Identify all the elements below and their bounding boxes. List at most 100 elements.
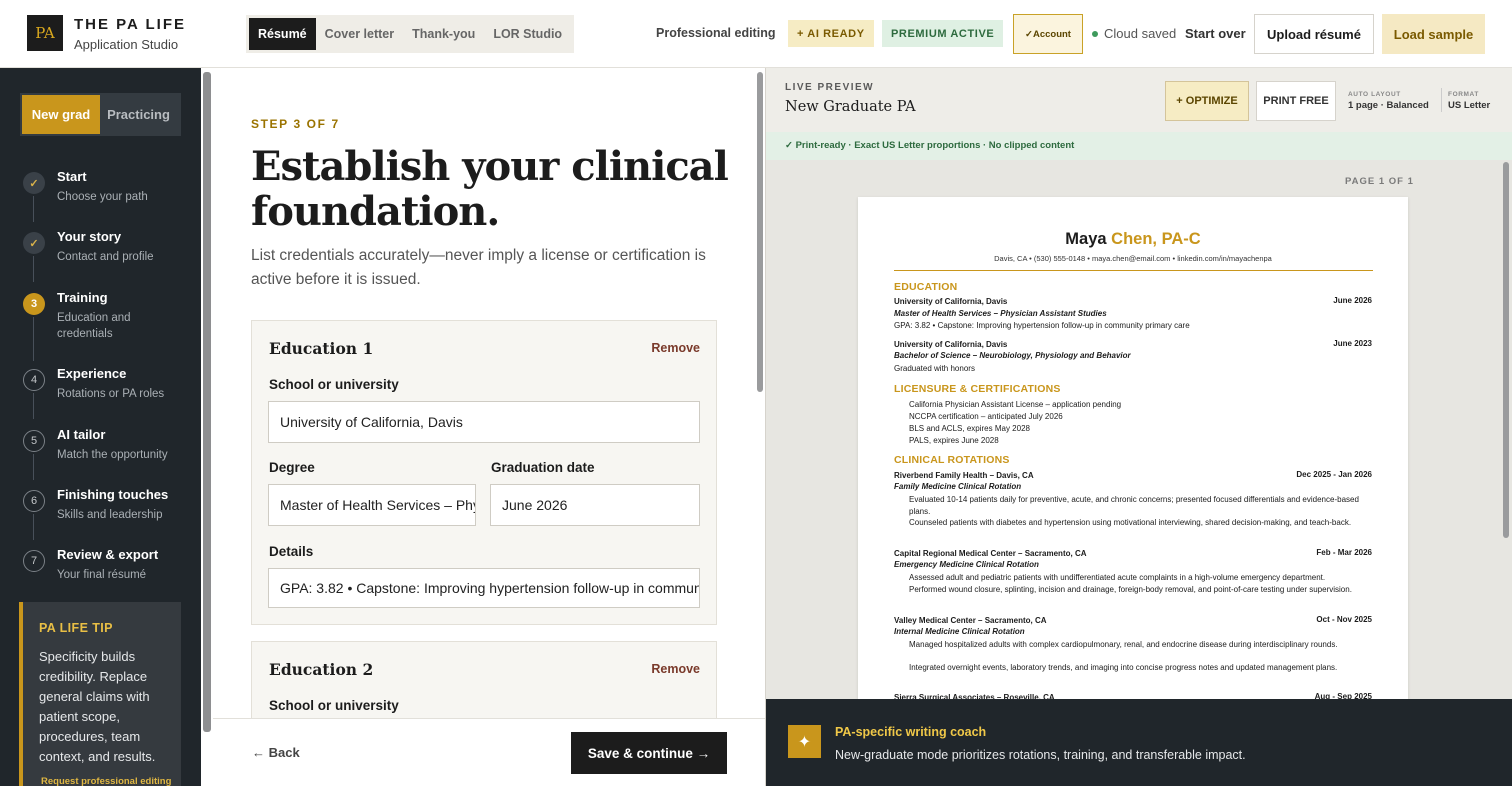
step-title: Start bbox=[57, 169, 87, 184]
graduation-date-label: Graduation date bbox=[491, 460, 595, 475]
tab-lor-studio[interactable]: LOR Studio bbox=[484, 18, 571, 50]
print-free-button[interactable]: PRINT FREE bbox=[1256, 81, 1336, 121]
resume-school: University of California, Davis bbox=[894, 297, 1008, 306]
resume-section-heading: EDUCATION bbox=[894, 281, 958, 293]
resume-rotation-title: Emergency Medicine Clinical Rotation bbox=[894, 560, 1039, 569]
remove-education-button[interactable]: Remove bbox=[651, 662, 700, 676]
step-label: STEP 3 OF 7 bbox=[251, 117, 340, 131]
pa-life-tip: PA LIFE TIP Specificity builds credibili… bbox=[19, 602, 181, 786]
preview-header: LIVE PREVIEW New Graduate PA + OPTIMIZE … bbox=[766, 68, 1512, 132]
resume-date: Dec 2025 - Jan 2026 bbox=[1296, 470, 1372, 479]
resume-credential: California Physician Assistant License –… bbox=[909, 400, 1122, 409]
resume-rotation-site: Valley Medical Center – Sacramento, CA bbox=[894, 616, 1047, 625]
step-number: 3 bbox=[23, 293, 45, 315]
step-title: Training bbox=[57, 290, 108, 305]
coach-title: PA-specific writing coach bbox=[835, 725, 987, 739]
resume-contact: Davis, CA • (530) 555-0148 • maya.chen@e… bbox=[994, 254, 1272, 263]
education-heading: Education 1 bbox=[269, 339, 374, 358]
step-connector bbox=[33, 196, 34, 222]
resume-school: University of California, Davis bbox=[894, 340, 1008, 349]
premium-badge: PREMIUM ACTIVE bbox=[882, 20, 1004, 47]
page-count: PAGE 1 OF 1 bbox=[1345, 176, 1414, 187]
tab-resume[interactable]: Résumé bbox=[249, 18, 316, 50]
path-toggle: New grad Practicing bbox=[20, 93, 181, 136]
request-editing-link[interactable]: Request professional editing bbox=[41, 776, 171, 786]
professional-editing-link[interactable]: Professional editing bbox=[656, 26, 775, 40]
step-subtitle: Your final résumé bbox=[57, 569, 147, 581]
resume-page: Maya Chen, PA-C Davis, CA • (530) 555-01… bbox=[858, 197, 1408, 700]
step-number: 4 bbox=[23, 369, 45, 391]
school-input[interactable]: University of California, Davis bbox=[268, 401, 700, 443]
education-card: Education 1 Remove School or university … bbox=[251, 320, 717, 625]
resume-date: Oct - Nov 2025 bbox=[1316, 615, 1372, 624]
resume-detail: GPA: 3.82 • Capstone: Improving hyperten… bbox=[894, 321, 1190, 330]
resume-divider bbox=[894, 270, 1373, 271]
degree-label: Degree bbox=[269, 460, 315, 475]
step-connector bbox=[33, 514, 34, 540]
step-subtitle: Match the opportunity bbox=[57, 449, 168, 461]
step-subtitle: Skills and leadership bbox=[57, 509, 163, 521]
remove-education-button[interactable]: Remove bbox=[651, 341, 700, 355]
format-meta: FORMAT US Letter bbox=[1448, 89, 1490, 111]
resume-bullet: Performed wound closure, splinting, inci… bbox=[909, 585, 1352, 594]
top-bar: PA THE PA LIFE Application Studio Résumé… bbox=[0, 0, 1512, 68]
back-button[interactable]: ← Back bbox=[252, 745, 300, 760]
step-connector bbox=[33, 454, 34, 480]
format-key: FORMAT bbox=[1448, 91, 1479, 98]
step-subtitle: Rotations or PA roles bbox=[57, 388, 165, 400]
resume-section-heading: CLINICAL ROTATIONS bbox=[894, 454, 1010, 466]
form-scrollbar-left[interactable] bbox=[203, 72, 211, 732]
step-number: 7 bbox=[23, 550, 45, 572]
school-label: School or university bbox=[269, 377, 399, 392]
tab-cover-letter[interactable]: Cover letter bbox=[316, 18, 403, 50]
upload-resume-button[interactable]: Upload résumé bbox=[1254, 14, 1374, 54]
account-button[interactable]: ✓Account bbox=[1013, 14, 1083, 54]
details-label: Details bbox=[269, 544, 314, 559]
step-title: Finishing touches bbox=[57, 487, 169, 502]
step-number: 6 bbox=[23, 490, 45, 512]
sparkle-icon: ✦ bbox=[788, 725, 821, 758]
step-title: Your story bbox=[57, 229, 122, 244]
step-subtitle: Education and credentials bbox=[57, 312, 131, 340]
step-connector bbox=[33, 256, 34, 282]
coach-text: New-graduate mode prioritizes rotations,… bbox=[835, 748, 1246, 762]
path-new-grad[interactable]: New grad bbox=[22, 95, 100, 134]
preview-title: New Graduate PA bbox=[785, 99, 916, 115]
status-dot-icon bbox=[1092, 30, 1098, 37]
optimize-button[interactable]: + OPTIMIZE bbox=[1165, 81, 1249, 121]
live-preview-panel: LIVE PREVIEW New Graduate PA + OPTIMIZE … bbox=[765, 68, 1512, 786]
resume-rotation-site: Capital Regional Medical Center – Sacram… bbox=[894, 549, 1087, 558]
resume-date: June 2026 bbox=[1333, 296, 1372, 305]
resume-first-name: Maya bbox=[1065, 230, 1107, 248]
form-scrollbar[interactable] bbox=[757, 72, 763, 392]
step-connector bbox=[33, 393, 34, 419]
degree-input[interactable]: Master of Health Services – Physician As… bbox=[268, 484, 476, 526]
form-panel: STEP 3 OF 7 Establish your clinical foun… bbox=[213, 68, 765, 718]
resume-credential: BLS and ACLS, expires May 2028 bbox=[909, 424, 1030, 433]
resume-detail: Graduated with honors bbox=[894, 364, 975, 373]
logo: PA bbox=[27, 15, 63, 51]
details-input[interactable]: GPA: 3.82 • Capstone: Improving hyperten… bbox=[268, 568, 700, 608]
auto-layout-meta: AUTO LAYOUT 1 page · Balanced bbox=[1348, 89, 1429, 111]
auto-layout-value: 1 page · Balanced bbox=[1348, 100, 1429, 111]
step-subtitle: Contact and profile bbox=[57, 251, 154, 263]
step-number: 5 bbox=[23, 430, 45, 452]
check-icon: ✓ bbox=[23, 232, 45, 254]
preview-scrollbar[interactable] bbox=[1503, 162, 1509, 538]
start-over-button[interactable]: Start over bbox=[1185, 26, 1246, 41]
tip-text: Specificity builds credibility. Replace … bbox=[39, 649, 156, 764]
cloud-status-label: Cloud saved bbox=[1104, 26, 1177, 41]
document-tabs: Résumé Cover letter Thank-you LOR Studio bbox=[246, 15, 575, 53]
meta-divider bbox=[1441, 88, 1442, 112]
resume-bullet: Counseled patients with diabetes and hyp… bbox=[909, 518, 1352, 527]
resume-date: June 2023 bbox=[1333, 339, 1372, 348]
resume-bullet: Managed hospitalized adults with complex… bbox=[909, 640, 1338, 649]
ai-ready-badge: + AI READY bbox=[788, 20, 874, 47]
save-continue-button[interactable]: Save & continue → bbox=[571, 732, 727, 774]
load-sample-button[interactable]: Load sample bbox=[1382, 14, 1485, 54]
graduation-date-input[interactable]: June 2026 bbox=[490, 484, 700, 526]
path-practicing[interactable]: Practicing bbox=[100, 95, 177, 134]
resume-credential: PALS, expires June 2028 bbox=[909, 436, 999, 445]
brand-subtitle: Application Studio bbox=[74, 37, 179, 52]
tab-thank-you[interactable]: Thank-you bbox=[403, 18, 484, 50]
